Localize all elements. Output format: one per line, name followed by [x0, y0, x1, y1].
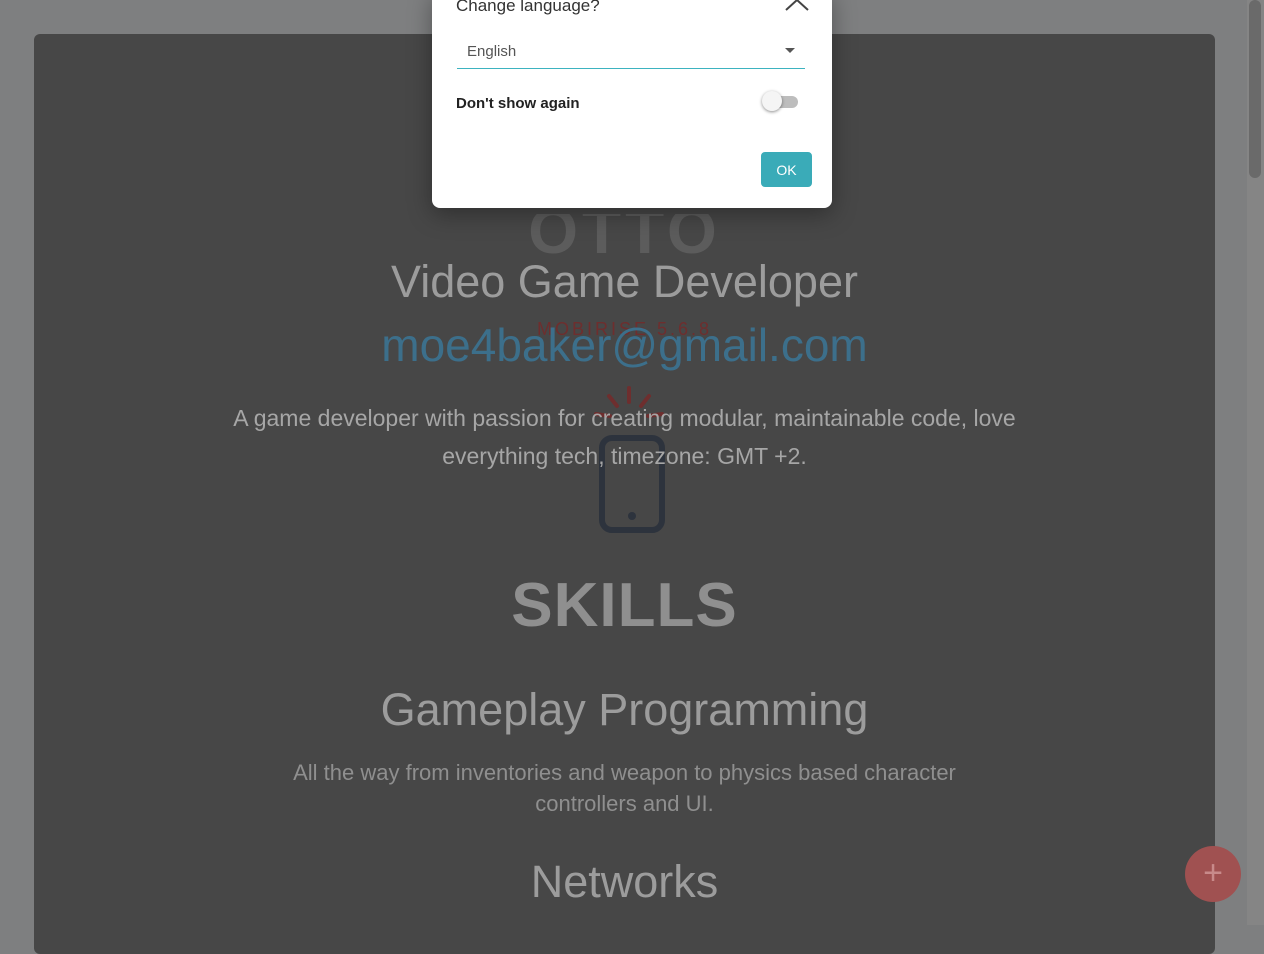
chevron-up-icon[interactable] [784, 0, 810, 17]
toggle-knob [762, 91, 782, 111]
scrollbar[interactable] [1247, 0, 1264, 925]
dialog-title: Change language? [456, 0, 600, 15]
skills-heading: SKILLS [511, 571, 738, 640]
add-fab-button[interactable]: + [1185, 846, 1241, 902]
caret-down-icon [785, 48, 795, 53]
scrollbar-thumb[interactable] [1249, 0, 1261, 178]
change-language-dialog: Change language? English Don't show agai… [432, 0, 832, 208]
description: A game developer with passion for creati… [233, 405, 1016, 469]
language-select[interactable]: English [457, 40, 805, 69]
role-title: Video Game Developer [391, 256, 858, 307]
language-select-value: English [467, 43, 517, 60]
skill-title: Gameplay Programming [380, 684, 869, 735]
ok-button[interactable]: OK [761, 152, 812, 187]
skill-title: Networks [530, 856, 719, 907]
dont-show-label: Don't show again [456, 95, 580, 112]
dont-show-toggle[interactable] [762, 91, 798, 111]
email-link[interactable]: moe4baker@gmail.com [34, 318, 1215, 372]
skill-desc: All the way from inventories and weapon … [293, 760, 956, 816]
